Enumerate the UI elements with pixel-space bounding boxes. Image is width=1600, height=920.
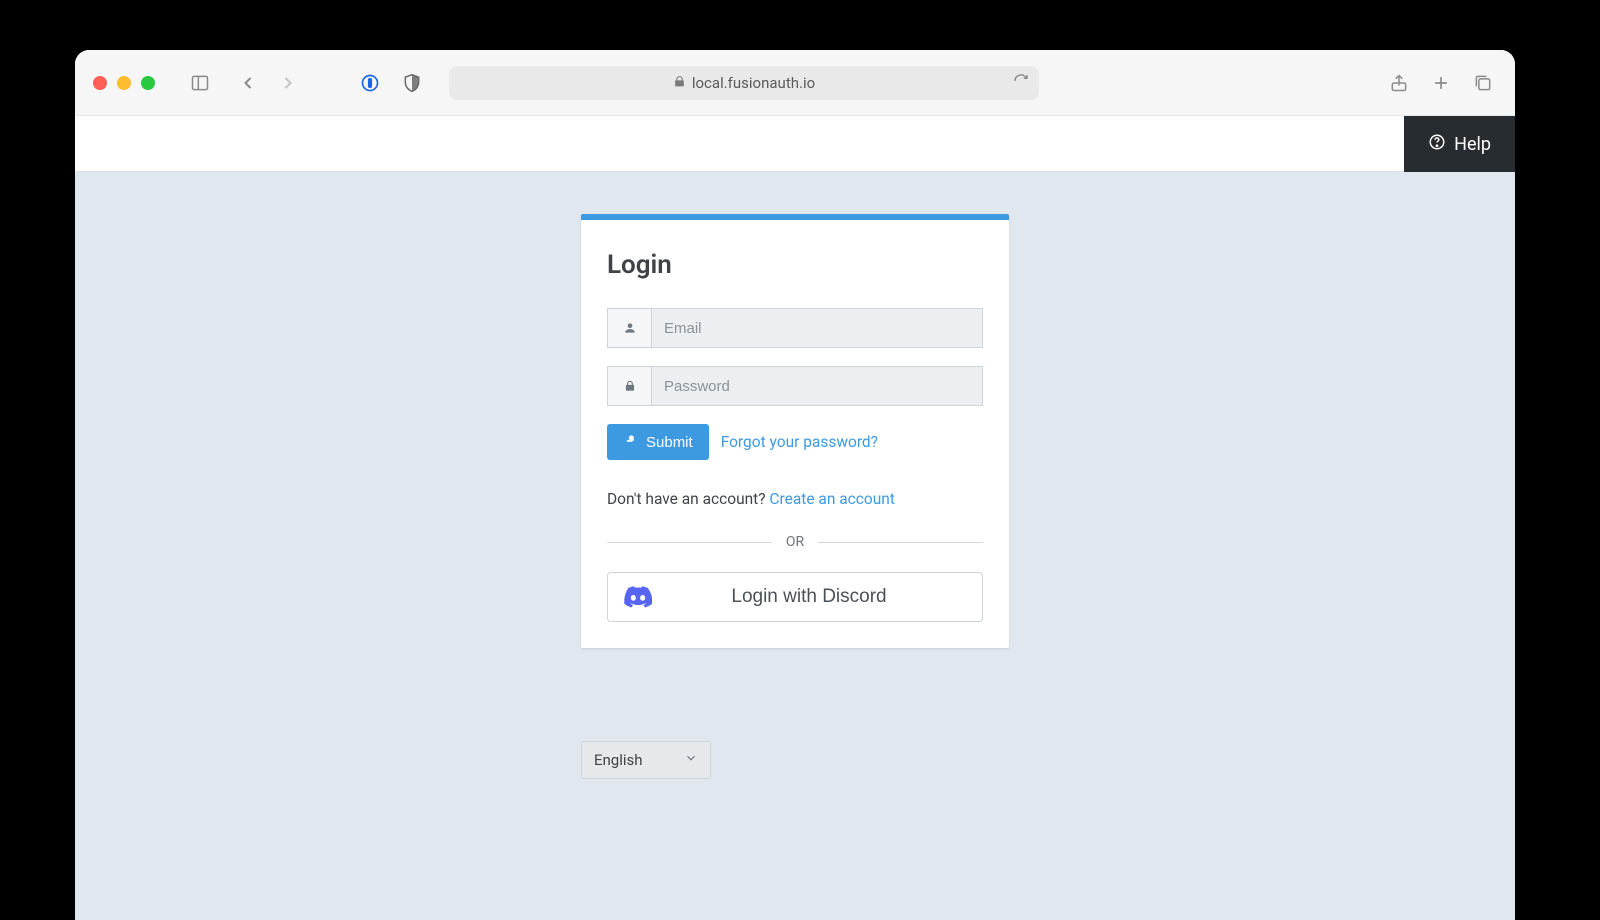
lock-icon bbox=[607, 366, 651, 406]
address-bar-url: local.fusionauth.io bbox=[692, 74, 815, 92]
window-minimize-button[interactable] bbox=[117, 76, 131, 90]
window-close-button[interactable] bbox=[93, 76, 107, 90]
help-label: Help bbox=[1454, 134, 1491, 155]
app-topbar: Help bbox=[75, 116, 1515, 172]
discord-login-label: Login with Discord bbox=[652, 586, 966, 608]
login-card: Login Submit Fo bbox=[581, 214, 1009, 648]
divider: OR bbox=[607, 534, 983, 550]
onepassword-extension-icon[interactable] bbox=[353, 66, 387, 100]
signup-prompt: Don't have an account? bbox=[607, 490, 769, 508]
new-tab-icon[interactable] bbox=[1427, 66, 1455, 100]
login-title: Login bbox=[607, 250, 983, 280]
user-icon bbox=[607, 308, 651, 348]
privacy-shield-icon[interactable] bbox=[395, 66, 429, 100]
email-group bbox=[607, 308, 983, 348]
key-icon bbox=[623, 433, 638, 452]
reload-icon[interactable] bbox=[1013, 73, 1029, 93]
submit-label: Submit bbox=[646, 434, 693, 451]
divider-label: OR bbox=[786, 534, 804, 550]
page-content: Help Login bbox=[75, 116, 1515, 920]
lock-icon bbox=[673, 74, 686, 92]
window-maximize-button[interactable] bbox=[141, 76, 155, 90]
chevron-down-icon bbox=[684, 751, 698, 769]
forgot-password-link[interactable]: Forgot your password? bbox=[721, 433, 878, 451]
signup-row: Don't have an account? Create an account bbox=[607, 490, 983, 508]
email-input[interactable] bbox=[651, 308, 983, 348]
sidebar-toggle-icon[interactable] bbox=[183, 66, 217, 100]
language-selected: English bbox=[594, 751, 643, 769]
password-group bbox=[607, 366, 983, 406]
share-icon[interactable] bbox=[1385, 66, 1413, 100]
nav-forward-button[interactable] bbox=[271, 66, 305, 100]
tab-overview-icon[interactable] bbox=[1469, 66, 1497, 100]
help-icon bbox=[1428, 133, 1446, 156]
discord-icon bbox=[624, 586, 652, 608]
password-input[interactable] bbox=[651, 366, 983, 406]
address-bar[interactable]: local.fusionauth.io bbox=[449, 66, 1039, 100]
submit-button[interactable]: Submit bbox=[607, 424, 709, 460]
language-select[interactable]: English bbox=[581, 741, 711, 779]
create-account-link[interactable]: Create an account bbox=[769, 490, 895, 508]
window-traffic-lights bbox=[93, 76, 155, 90]
nav-back-button[interactable] bbox=[231, 66, 265, 100]
help-button[interactable]: Help bbox=[1404, 116, 1515, 172]
browser-chrome: local.fusionauth.io bbox=[75, 50, 1515, 116]
browser-window: local.fusionauth.io Help bbox=[75, 50, 1515, 920]
login-with-discord-button[interactable]: Login with Discord bbox=[607, 572, 983, 622]
